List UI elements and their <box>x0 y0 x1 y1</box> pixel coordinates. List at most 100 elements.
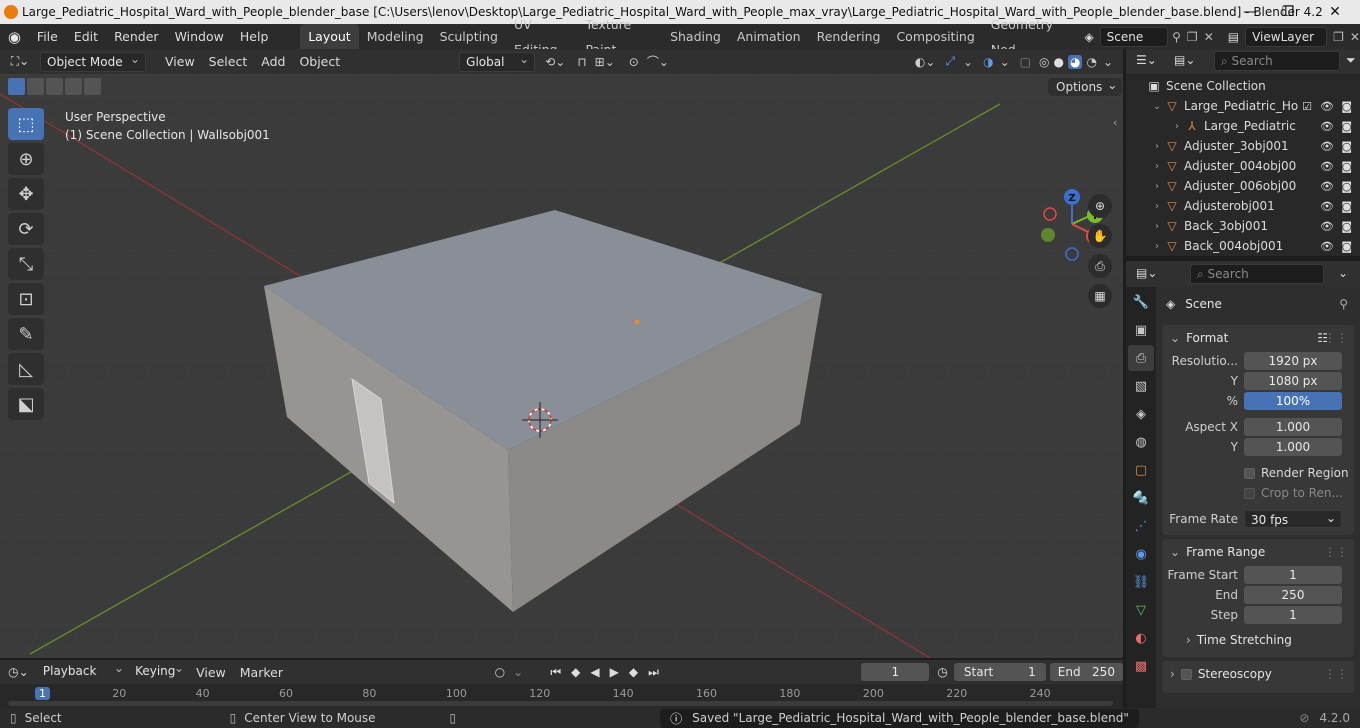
camera-icon[interactable]: ◙ <box>1341 120 1352 133</box>
tab-rendering[interactable]: Rendering <box>809 24 889 49</box>
render-region-row[interactable]: Render Region <box>1162 463 1354 483</box>
viewlayer-field[interactable]: ViewLayer <box>1245 26 1328 47</box>
falloff-icon[interactable]: ⌒⌄ <box>647 53 669 70</box>
viewport-menu-select[interactable]: Select <box>202 49 255 74</box>
texture-tab-icon[interactable]: ▩ <box>1128 653 1154 679</box>
sidebar-toggle-icon[interactable]: ‹ <box>1113 116 1117 129</box>
outliner-row-scene-collection[interactable]: ▣ Scene Collection <box>1126 76 1360 96</box>
options-button[interactable]: Options ⌄ <box>1048 78 1123 96</box>
timeline-start-field[interactable]: Start 1 <box>953 663 1046 681</box>
close-icon[interactable]: ✕ <box>1320 2 1350 22</box>
drag-handle-icon[interactable]: ⋮⋮ <box>1324 545 1348 559</box>
properties-options-icon[interactable]: ⌄ <box>1338 266 1348 280</box>
outliner-row[interactable]: › ▽ Adjuster_3obj001 👁 ◙ <box>1126 136 1360 156</box>
frame-range-panel-header[interactable]: ⌄ Frame Range ⋮⋮ <box>1162 539 1354 565</box>
tool-tab-icon[interactable]: 🔧 <box>1128 289 1154 315</box>
outliner-editor-icon[interactable]: ☰⌄ <box>1136 53 1157 67</box>
zoom-icon[interactable]: ⊕ <box>1088 194 1112 218</box>
expand-icon[interactable]: › <box>1170 121 1184 132</box>
display-mode-icon[interactable]: ▤⌄ <box>1174 53 1195 67</box>
stereoscopy-checkbox[interactable] <box>1180 668 1192 680</box>
properties-search-input[interactable]: ⌕ Search <box>1190 264 1324 284</box>
pin-icon[interactable]: ⚲ <box>1172 30 1181 44</box>
menu-render[interactable]: Render <box>106 24 167 49</box>
expand-icon[interactable]: › <box>1150 241 1164 252</box>
timeline-scrollbar[interactable] <box>8 701 1113 706</box>
material-tab-icon[interactable]: ◐ <box>1128 625 1154 651</box>
camera-view-icon[interactable]: ⎙ <box>1088 254 1112 278</box>
shading-dropdown-icon[interactable]: ⌄ <box>1103 55 1113 69</box>
wireframe-shading-icon[interactable]: ◎ <box>1039 55 1049 69</box>
scene-field[interactable]: Scene <box>1099 26 1169 47</box>
timeline-editor-icon[interactable]: ◷⌄ <box>0 665 37 679</box>
camera-icon[interactable]: ◙ <box>1341 220 1352 233</box>
frame-rate-dropdown[interactable]: 30 fps ⌄ <box>1244 510 1342 528</box>
keying-menu[interactable]: Keying <box>129 659 190 682</box>
aspect-x-field[interactable]: 1.000 <box>1244 418 1342 436</box>
delete-viewlayer-icon[interactable]: ✕ <box>1350 30 1360 44</box>
snap-target-icon[interactable]: ⊞⌄ <box>595 55 615 69</box>
overlay-icon[interactable]: ◑ <box>983 55 993 69</box>
play-reverse-icon[interactable]: ◀ <box>590 665 599 679</box>
xray-icon[interactable]: ▢ <box>1020 55 1031 69</box>
tab-compositing[interactable]: Compositing <box>888 24 982 49</box>
outliner-row[interactable]: › ▽ Adjuster_006obj00 👁 ◙ <box>1126 176 1360 196</box>
drag-handle-icon[interactable]: ⋮⋮ <box>1324 667 1348 681</box>
gizmo-dropdown-icon[interactable]: ⌄ <box>963 55 973 69</box>
viewlayer-icon[interactable]: ▤ <box>1228 30 1239 44</box>
scene-tab-icon[interactable]: ◈ <box>1128 401 1154 427</box>
drag-handle-icon[interactable]: ⋮⋮ <box>1324 331 1348 345</box>
view-layer-tab-icon[interactable]: ▧ <box>1128 373 1154 399</box>
auto-keying-icon[interactable]: ○ <box>495 665 505 679</box>
resolution-y-field[interactable]: 1080 px <box>1244 372 1342 390</box>
delete-scene-icon[interactable]: ✕ <box>1204 30 1214 44</box>
viewport-menu-add[interactable]: Add <box>254 49 292 74</box>
render-region-checkbox[interactable] <box>1244 467 1255 479</box>
select-new-icon[interactable] <box>8 78 25 95</box>
timeline-view-menu[interactable]: View <box>189 660 233 685</box>
scale-icon[interactable]: ⤡ <box>8 248 44 280</box>
select-box-icon[interactable]: ⬚ <box>8 108 44 140</box>
camera-icon[interactable]: ◙ <box>1341 140 1352 153</box>
tab-modeling[interactable]: Modeling <box>359 24 432 49</box>
blender-menu-icon[interactable]: ◉ <box>0 28 29 46</box>
eye-icon[interactable]: 👁 <box>1320 100 1334 113</box>
jump-start-icon[interactable]: ⏮ <box>550 665 561 680</box>
filter-icon[interactable]: ⏷ <box>1346 53 1356 68</box>
expand-icon[interactable]: › <box>1150 161 1164 172</box>
overlay-dropdown-icon[interactable]: ⌄ <box>1000 55 1010 69</box>
outliner-search-input[interactable]: ⌕ Search <box>1214 51 1340 71</box>
preview-range-icon[interactable]: ◷ <box>937 665 947 679</box>
outliner-row[interactable]: › ⅄ Large_Pediatric 👁 ◙ <box>1126 116 1360 136</box>
menu-window[interactable]: Window <box>167 24 232 49</box>
keying-set-icon[interactable]: ⌄ <box>513 665 523 679</box>
format-panel-header[interactable]: ⌄ Format ☷ ⋮⋮ <box>1162 325 1354 351</box>
resolution-pct-field[interactable]: 100% <box>1244 392 1342 410</box>
outliner-row[interactable]: ⌄ ▽ Large_Pediatric_Ho ☑ 👁 ◙ <box>1126 96 1360 116</box>
resolution-x-field[interactable]: 1920 px <box>1244 352 1342 370</box>
transform-icon[interactable]: ⊡ <box>8 283 44 315</box>
tab-layout[interactable]: Layout <box>300 24 359 49</box>
measure-icon[interactable]: ◺ <box>8 353 44 385</box>
mode-dropdown[interactable]: Object Mode <box>40 50 146 72</box>
tab-animation[interactable]: Animation <box>729 24 809 49</box>
gizmo-icon[interactable]: ⤢ <box>945 54 955 69</box>
properties-editor-icon[interactable]: ▤⌄ <box>1136 266 1157 280</box>
eye-icon[interactable]: 👁 <box>1320 200 1334 213</box>
play-icon[interactable]: ▶ <box>610 665 619 679</box>
camera-icon[interactable]: ◙ <box>1341 160 1352 173</box>
menu-edit[interactable]: Edit <box>66 24 106 49</box>
outliner-row[interactable]: › ▽ Adjuster_004obj00 👁 ◙ <box>1126 156 1360 176</box>
eye-icon[interactable]: 👁 <box>1320 240 1334 253</box>
camera-icon[interactable]: ◙ <box>1341 100 1352 113</box>
rotate-icon[interactable]: ⟳ <box>8 213 44 245</box>
select-intersect-icon[interactable] <box>84 78 101 95</box>
outliner-row[interactable]: › ▽ Adjusterobj001 👁 ◙ <box>1126 196 1360 216</box>
camera-icon[interactable]: ◙ <box>1341 200 1352 213</box>
add-cube-icon[interactable]: ⬕ <box>8 388 44 420</box>
pivot-icon[interactable]: ⟲⌄ <box>545 55 565 69</box>
proportional-edit-icon[interactable]: ⊙ <box>629 55 639 69</box>
eye-icon[interactable]: 👁 <box>1320 160 1334 173</box>
crop-row[interactable]: Crop to Ren... <box>1162 483 1354 503</box>
solid-shading-icon[interactable]: ● <box>1053 55 1063 69</box>
